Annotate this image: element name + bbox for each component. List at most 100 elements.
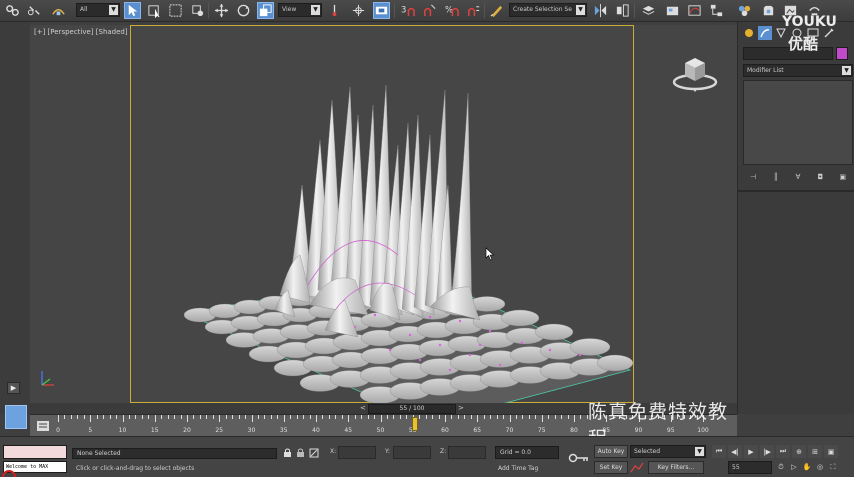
track-tick xyxy=(470,415,472,419)
use-pivot-point-icon[interactable] xyxy=(326,2,343,19)
key-set-value: Selected xyxy=(634,448,661,455)
panel-divider xyxy=(738,190,854,192)
current-frame-field[interactable]: 55 xyxy=(728,461,772,474)
mini-curve-editor-icon[interactable] xyxy=(36,419,50,433)
remove-modifier-icon[interactable]: ◘ xyxy=(815,172,825,182)
viewcube-icon[interactable] xyxy=(670,45,720,95)
key-mode-icon[interactable] xyxy=(568,452,590,464)
toolbar-divider xyxy=(634,3,635,18)
make-unique-icon[interactable]: ∀ xyxy=(793,172,803,182)
percent-snap-icon[interactable]: % xyxy=(443,2,460,19)
select-and-rotate-icon[interactable] xyxy=(235,2,252,19)
selection-filter-value: All xyxy=(80,6,88,13)
perspective-viewport[interactable]: [+] [Perspective] [Shaded] xyxy=(30,25,737,405)
selection-filter-dropdown[interactable]: All ▼ xyxy=(76,3,120,17)
key-tangent-icon[interactable] xyxy=(630,462,644,473)
track-tick xyxy=(77,415,79,419)
track-tick-label: 20 xyxy=(183,427,191,434)
track-tick xyxy=(341,415,343,419)
isolate-selection-icon[interactable] xyxy=(283,448,292,458)
maximize-viewport-icon[interactable]: ▣ xyxy=(824,445,838,458)
modifier-stack-tools: ⊣ ║ ∀ ◘ ▣ xyxy=(743,170,853,184)
curve-editor-icon[interactable] xyxy=(686,2,703,19)
named-selection-set-dropdown[interactable]: Create Selection Se ▼ xyxy=(509,3,587,17)
modify-tab-icon[interactable] xyxy=(758,26,772,40)
window-crossing-icon[interactable] xyxy=(189,2,206,19)
snaps-toggle-icon[interactable]: 3 xyxy=(399,2,416,19)
spinner-snap-icon[interactable] xyxy=(465,2,482,19)
pin-stack-icon[interactable]: ⊣ xyxy=(748,172,758,182)
keyboard-shortcut-override-icon[interactable] xyxy=(373,2,390,19)
pan-view-icon[interactable]: ✋ xyxy=(802,462,812,473)
select-and-scale-icon[interactable] xyxy=(257,2,274,19)
next-frame-arrow[interactable]: > xyxy=(458,404,464,413)
track-tick xyxy=(561,415,563,419)
lock-icon[interactable] xyxy=(296,448,305,458)
svg-text:3: 3 xyxy=(401,4,406,14)
zoom-icon[interactable]: ⊕ xyxy=(792,445,806,458)
grid-spacing: Grid = 0.0 xyxy=(495,446,559,459)
object-color-swatch[interactable] xyxy=(836,47,848,60)
create-tab-icon[interactable] xyxy=(742,26,756,40)
x-coordinate-field[interactable] xyxy=(338,446,376,459)
bind-space-warp-icon[interactable] xyxy=(50,2,67,19)
track-tick xyxy=(522,415,524,419)
layer-manager-icon[interactable] xyxy=(640,2,657,19)
select-by-name-icon[interactable] xyxy=(146,2,163,19)
modifier-stack[interactable] xyxy=(743,80,853,165)
y-coordinate-field[interactable] xyxy=(393,446,431,459)
show-end-result-icon[interactable]: ║ xyxy=(771,172,781,182)
schematic-view-icon[interactable] xyxy=(708,2,725,19)
align-icon[interactable] xyxy=(614,2,631,19)
track-tick-label: 65 xyxy=(473,427,482,434)
set-key-button[interactable]: Set Key xyxy=(594,461,628,474)
track-tick xyxy=(399,415,401,419)
select-object-icon[interactable] xyxy=(124,2,141,19)
zoom-all-icon[interactable]: ⊞ xyxy=(808,445,822,458)
play-animation-icon[interactable]: ▶ xyxy=(744,445,758,458)
track-tick xyxy=(109,415,111,419)
maxscript-listener-input[interactable] xyxy=(3,445,67,459)
track-tick-label: 35 xyxy=(279,427,288,434)
auto-key-button[interactable]: Auto Key xyxy=(594,445,628,458)
orbit-icon[interactable]: ◎ xyxy=(815,462,825,473)
modifier-list-dropdown[interactable]: Modifier List ▼ xyxy=(743,64,853,77)
current-frame-marker[interactable] xyxy=(412,417,418,431)
previous-frame-icon[interactable]: ◀| xyxy=(728,445,742,458)
absolute-mode-icon[interactable] xyxy=(309,448,319,458)
time-slider-thumb[interactable]: 55 / 100 xyxy=(368,404,456,414)
previous-frame-arrow[interactable]: < xyxy=(360,404,366,413)
track-tick xyxy=(283,415,285,422)
field-of-view-icon[interactable]: ▷ xyxy=(789,462,799,473)
configure-modifier-sets-icon[interactable]: ▣ xyxy=(838,172,848,182)
edit-named-selection-icon[interactable] xyxy=(488,2,505,19)
select-and-manipulate-icon[interactable] xyxy=(350,2,367,19)
track-bar[interactable]: 0510152025303540455055606570758085909510… xyxy=(30,401,737,450)
select-and-move-icon[interactable] xyxy=(213,2,230,19)
unlink-icon[interactable] xyxy=(26,2,43,19)
track-tick xyxy=(464,415,466,419)
track-tick xyxy=(374,415,376,419)
next-frame-icon[interactable]: |▶ xyxy=(760,445,774,458)
scene-mesh[interactable] xyxy=(130,45,634,405)
z-coordinate-field[interactable] xyxy=(448,446,486,459)
track-tick xyxy=(509,415,511,422)
key-filters-button[interactable]: Key Filters... xyxy=(648,461,704,474)
render-setup-icon[interactable] xyxy=(760,2,777,19)
mirror-icon[interactable] xyxy=(592,2,609,19)
graphite-modeling-tools-icon[interactable] xyxy=(664,2,681,19)
angle-snap-icon[interactable] xyxy=(421,2,438,19)
rectangular-selection-icon[interactable] xyxy=(167,2,184,19)
play-icon[interactable]: ▶ xyxy=(7,382,20,394)
reference-coordinate-dropdown[interactable]: View ▼ xyxy=(278,3,322,17)
link-icon[interactable] xyxy=(4,2,21,19)
add-time-tag[interactable]: Add Time Tag xyxy=(498,465,538,472)
maximize-toggle-icon[interactable]: ⛶ xyxy=(828,462,838,473)
viewport-layout-thumbnail[interactable] xyxy=(5,405,27,429)
viewport-label[interactable]: [+] [Perspective] [Shaded] xyxy=(34,28,128,36)
time-configuration-icon[interactable]: ⏱ xyxy=(776,462,786,473)
key-set-dropdown[interactable]: Selected ▼ xyxy=(630,445,706,458)
go-to-end-icon[interactable]: ⏭ xyxy=(776,445,790,458)
material-editor-icon[interactable] xyxy=(736,2,753,19)
go-to-start-icon[interactable]: ⏮ xyxy=(712,445,726,458)
